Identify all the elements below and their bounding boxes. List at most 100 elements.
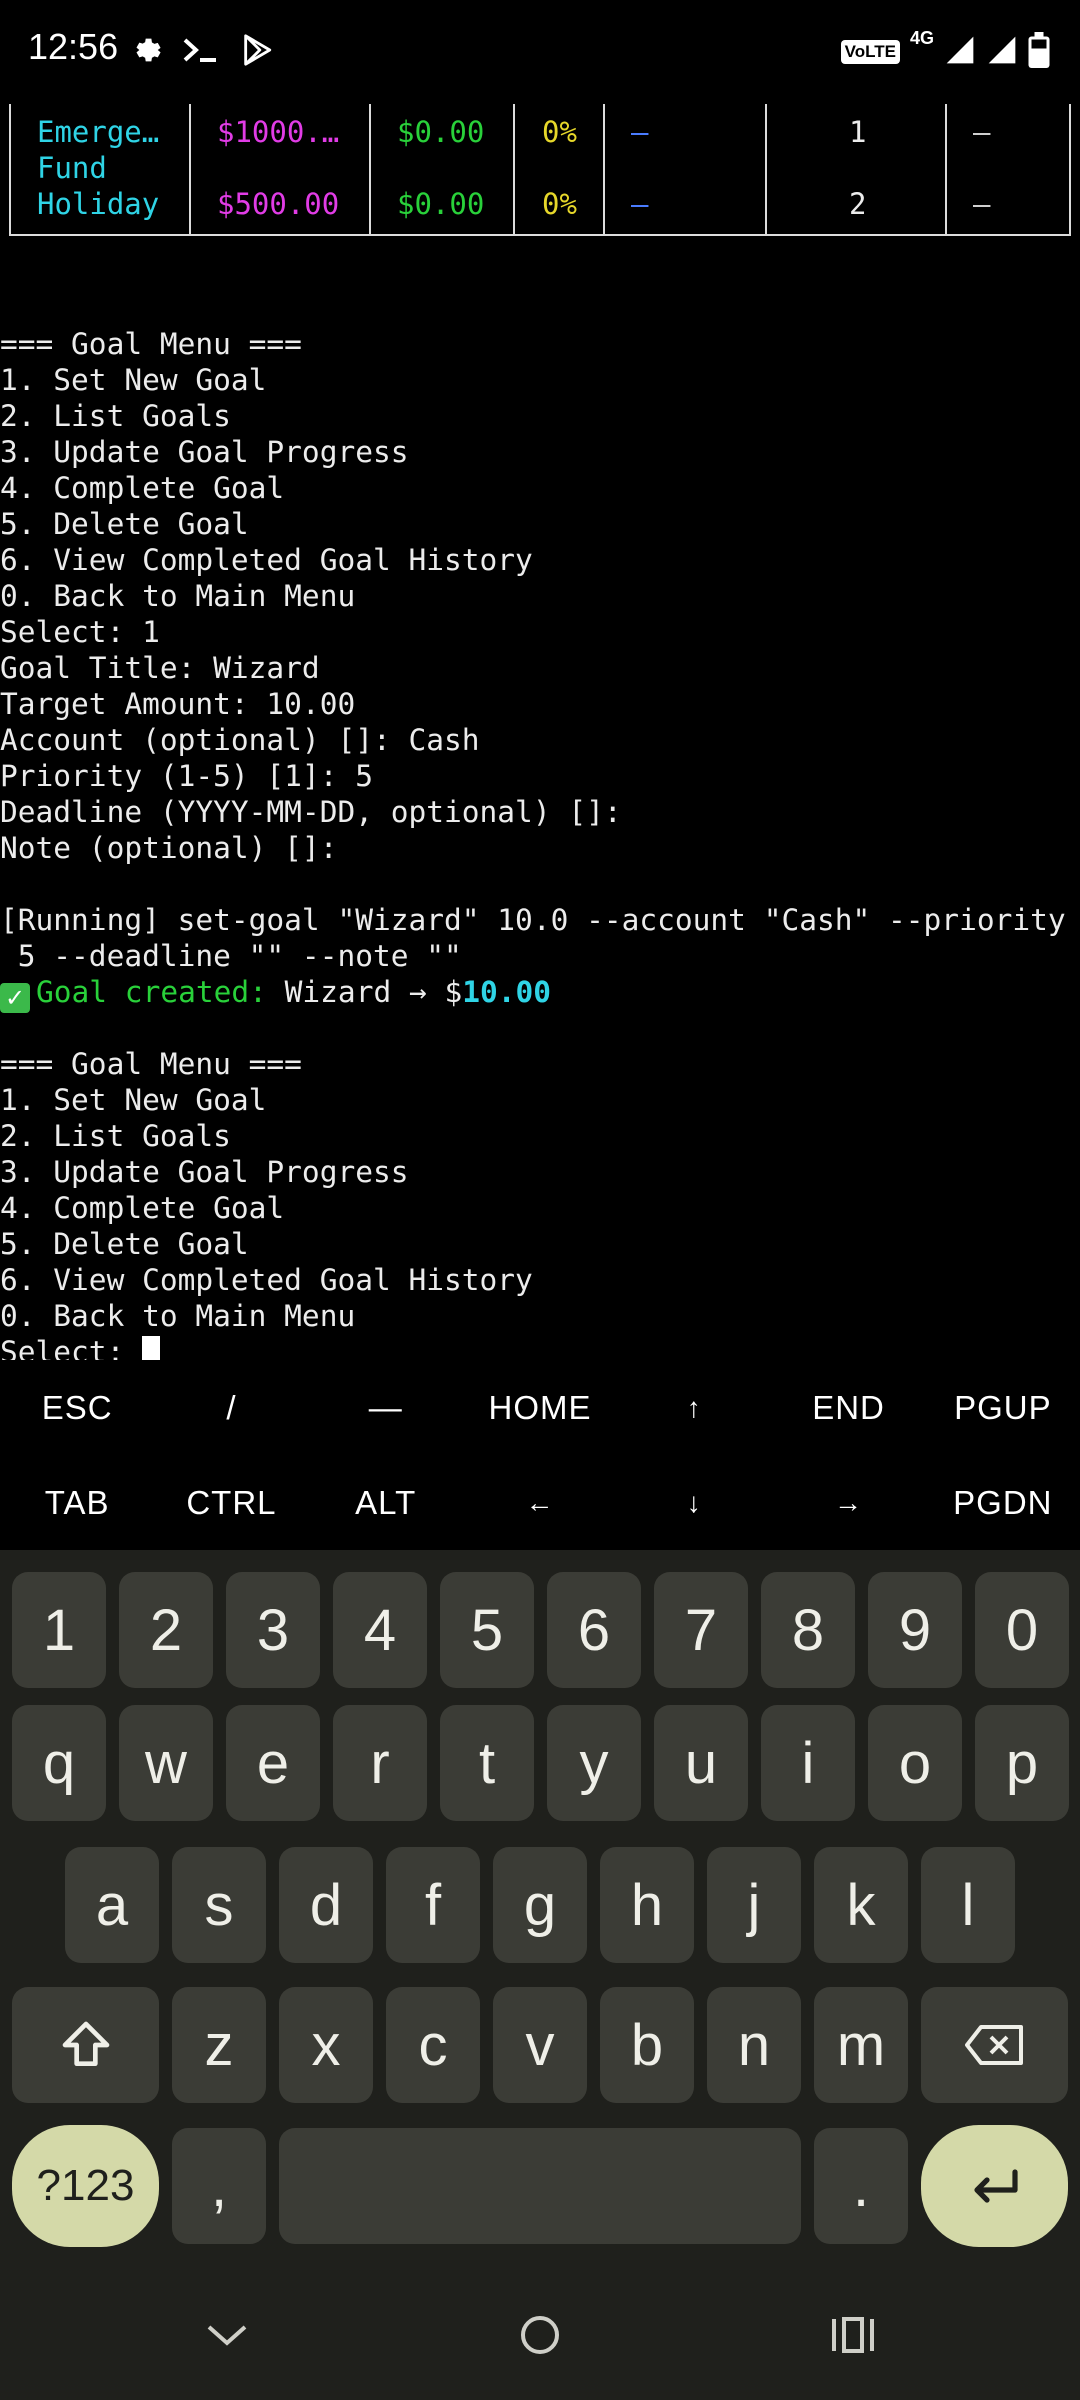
key-l[interactable]: l: [921, 1847, 1015, 1963]
comma-key[interactable]: ,: [172, 2128, 266, 2244]
table-cell-target: $500.00: [217, 187, 340, 221]
prompt-text: Select:: [0, 1335, 143, 1360]
home-circle-icon[interactable]: [505, 2300, 575, 2370]
notification-icons: [128, 30, 274, 74]
key-n[interactable]: n: [707, 1987, 801, 2103]
key-c[interactable]: c: [386, 1987, 480, 2103]
esc-key[interactable]: ESC: [0, 1360, 154, 1455]
arrow-down-key[interactable]: ↓: [617, 1455, 771, 1550]
dash-key[interactable]: —: [309, 1360, 463, 1455]
signal-icon: [986, 34, 1018, 70]
terminal-line: 6. View Completed Goal History: [0, 1263, 533, 1297]
table-column-divider: [605, 104, 767, 234]
key-m[interactable]: m: [814, 1987, 908, 2103]
slash-key[interactable]: /: [154, 1360, 308, 1455]
end-key[interactable]: END: [771, 1360, 925, 1455]
key-t[interactable]: t: [440, 1705, 534, 1821]
terminal-line: 5. Delete Goal: [0, 507, 249, 541]
terminal-line: 0. Back to Main Menu: [0, 1299, 356, 1333]
terminal-icon: [182, 35, 220, 69]
table-cell-name: Emerge…: [37, 115, 160, 149]
key-e[interactable]: e: [226, 1705, 320, 1821]
key-6[interactable]: 6: [547, 1572, 641, 1688]
extra-keys-row: TAB CTRL ALT ← ↓ → PGDN: [0, 1455, 1080, 1550]
arrow-right-key[interactable]: →: [771, 1455, 925, 1550]
table-cell-note: —: [973, 187, 991, 221]
terminal-line: 1. Set New Goal: [0, 1083, 267, 1117]
network-type: 4G: [909, 28, 934, 48]
key-r[interactable]: r: [333, 1705, 427, 1821]
terminal-view[interactable]: Emerge… Fund $1000.… $0.00 0% — 1 — Holi…: [0, 100, 1080, 1360]
home-key[interactable]: HOME: [463, 1360, 617, 1455]
key-y[interactable]: y: [547, 1705, 641, 1821]
key-i[interactable]: i: [761, 1705, 855, 1821]
key-a[interactable]: a: [65, 1847, 159, 1963]
key-w[interactable]: w: [119, 1705, 213, 1821]
key-b[interactable]: b: [600, 1987, 694, 2103]
terminal-line: [Running] set-goal "Wizard" 10.0 --accou…: [0, 903, 1066, 937]
key-k[interactable]: k: [814, 1847, 908, 1963]
key-5[interactable]: 5: [440, 1572, 534, 1688]
pgdn-key[interactable]: PGDN: [926, 1455, 1080, 1550]
success-label: Goal created:: [36, 975, 267, 1009]
key-s[interactable]: s: [172, 1847, 266, 1963]
period-key[interactable]: .: [814, 2128, 908, 2244]
terminal-line: 3. Update Goal Progress: [0, 435, 409, 469]
terminal-line: 0. Back to Main Menu: [0, 579, 356, 613]
key-0[interactable]: 0: [975, 1572, 1069, 1688]
key-9[interactable]: 9: [868, 1572, 962, 1688]
terminal-line: Note (optional) []:: [0, 831, 338, 865]
arrow-up-key[interactable]: ↑: [617, 1360, 771, 1455]
key-p[interactable]: p: [975, 1705, 1069, 1821]
key-u[interactable]: u: [654, 1705, 748, 1821]
key-3[interactable]: 3: [226, 1572, 320, 1688]
key-x[interactable]: x: [279, 1987, 373, 2103]
terminal-line: 3. Update Goal Progress: [0, 1155, 409, 1189]
success-line: ✓ Goal created: Wizard → $10.00: [0, 974, 1080, 1013]
table-cell-deadline: —: [631, 115, 649, 149]
alt-key[interactable]: ALT: [309, 1455, 463, 1550]
space-key[interactable]: [279, 2128, 801, 2244]
backspace-key[interactable]: [921, 1987, 1068, 2103]
terminal-line: Priority (1-5) [1]: 5: [0, 759, 373, 793]
terminal-line: Select: 1: [0, 615, 160, 649]
key-4[interactable]: 4: [333, 1572, 427, 1688]
status-time: 12:56: [28, 26, 119, 67]
key-8[interactable]: 8: [761, 1572, 855, 1688]
table-cell-name: Fund: [37, 151, 107, 185]
table-cell-percent: 0%: [542, 115, 577, 149]
key-1[interactable]: 1: [12, 1572, 106, 1688]
tab-key[interactable]: TAB: [0, 1455, 154, 1550]
terminal-line: 4. Complete Goal: [0, 1191, 285, 1225]
arrow-left-key[interactable]: ←: [463, 1455, 617, 1550]
chevron-down-icon[interactable]: [192, 2300, 262, 2370]
extra-keys-bar: ESC / — HOME ↑ END PGUP TAB CTRL ALT ← ↓…: [0, 1360, 1080, 1550]
table-cell-saved: $0.00: [397, 187, 485, 221]
success-amount: 10.00: [462, 975, 552, 1009]
key-7[interactable]: 7: [654, 1572, 748, 1688]
key-o[interactable]: o: [868, 1705, 962, 1821]
key-g[interactable]: g: [493, 1847, 587, 1963]
recents-icon[interactable]: [818, 2300, 888, 2370]
terminal-line: Target Amount: 10.00: [0, 687, 356, 721]
key-h[interactable]: h: [600, 1847, 694, 1963]
table-cell-saved: $0.00: [397, 115, 485, 149]
key-j[interactable]: j: [707, 1847, 801, 1963]
pgup-key[interactable]: PGUP: [926, 1360, 1080, 1455]
key-z[interactable]: z: [172, 1987, 266, 2103]
enter-key[interactable]: [921, 2125, 1068, 2247]
key-q[interactable]: q: [12, 1705, 106, 1821]
terminal-line: 1. Set New Goal: [0, 363, 267, 397]
key-d[interactable]: d: [279, 1847, 373, 1963]
settings-icon: [128, 33, 162, 71]
key-v[interactable]: v: [493, 1987, 587, 2103]
ctrl-key[interactable]: CTRL: [154, 1455, 308, 1550]
key-2[interactable]: 2: [119, 1572, 213, 1688]
prompt-line[interactable]: Select:: [0, 1334, 1080, 1360]
shift-key[interactable]: [12, 1987, 159, 2103]
symbols-key[interactable]: ?123: [12, 2125, 159, 2247]
key-f[interactable]: f: [386, 1847, 480, 1963]
table-cell-percent: 0%: [542, 187, 577, 221]
terminal-line: Goal Title: Wizard: [0, 651, 320, 685]
